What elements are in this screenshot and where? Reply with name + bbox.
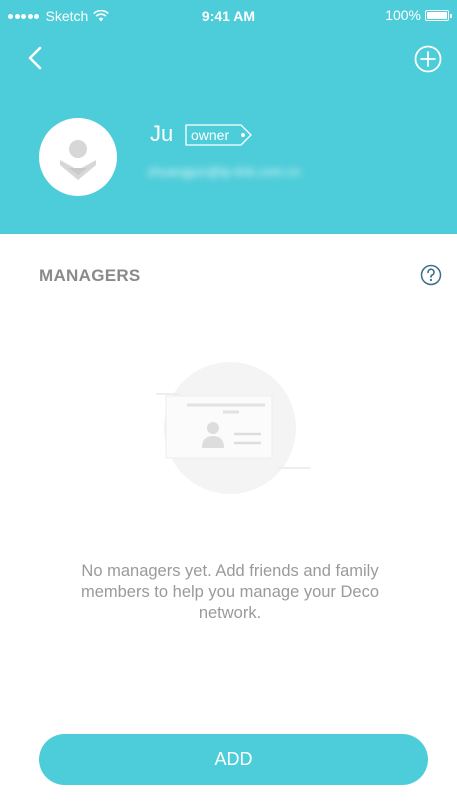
add-manager-header-button[interactable] xyxy=(413,44,443,74)
back-button[interactable] xyxy=(22,42,52,74)
user-name: Ju xyxy=(150,121,174,146)
add-manager-button[interactable]: ADD xyxy=(39,734,428,785)
chevron-left-icon xyxy=(28,46,42,70)
profile-header: Sketch 9:41 AM 100% Ju owner zhuangjun@t… xyxy=(0,0,457,234)
help-button[interactable] xyxy=(420,264,442,286)
battery-percent: 100% xyxy=(385,7,421,23)
status-right: 100% xyxy=(385,7,452,23)
question-circle-icon xyxy=(420,264,442,286)
id-card-illustration xyxy=(156,362,310,494)
managers-screen: Sketch 9:41 AM 100% Ju owner zhuangjun@t… xyxy=(0,0,457,809)
user-email: zhuangjun@tp-link.com.cn xyxy=(147,164,301,179)
plus-circle-icon xyxy=(414,45,442,73)
avatar xyxy=(39,118,117,196)
status-bar: Sketch 9:41 AM 100% xyxy=(0,0,457,30)
owner-badge: owner xyxy=(185,124,253,146)
empty-state-illustration xyxy=(150,356,320,496)
empty-state-message: No managers yet. Add friends and family … xyxy=(80,562,380,622)
managers-section-title: MANAGERS xyxy=(39,266,141,285)
user-placeholder-icon xyxy=(60,140,96,180)
battery-icon xyxy=(425,9,452,21)
owner-badge-label: owner xyxy=(191,127,230,143)
